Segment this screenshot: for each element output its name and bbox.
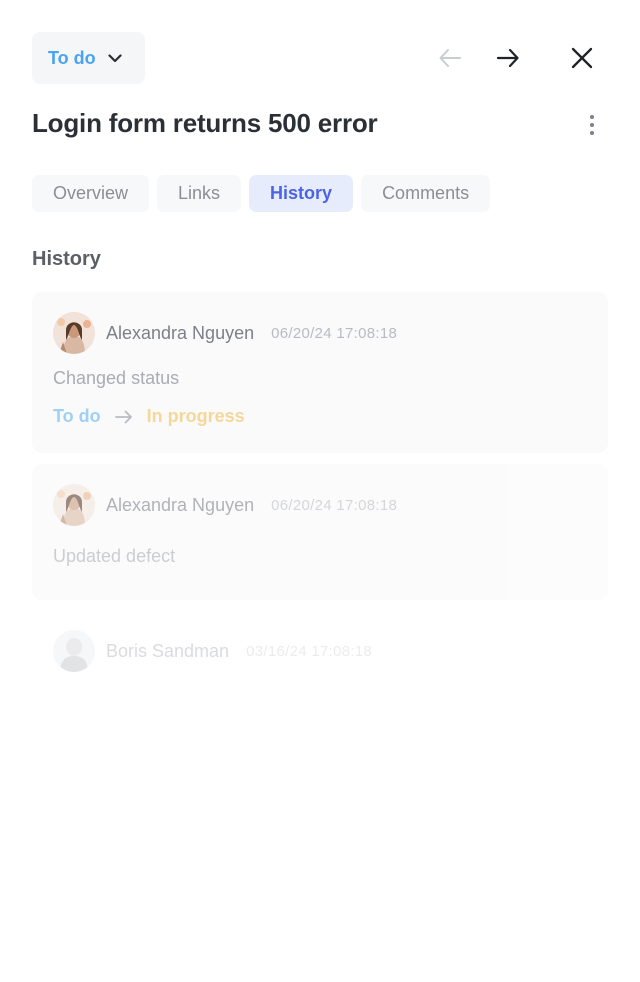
section-title: History — [32, 248, 101, 270]
more-vertical-icon — [590, 115, 594, 119]
avatar — [53, 630, 95, 672]
panel-header: To do — [32, 32, 608, 84]
history-item-header: Boris Sandman 03/16/24 17:08:18 — [53, 630, 372, 672]
previous-item-button[interactable] — [436, 44, 464, 72]
arrow-right-icon — [114, 410, 133, 424]
more-options-button[interactable] — [584, 110, 600, 140]
title-row: Login form returns 500 error — [32, 106, 608, 146]
history-author: Alexandra Nguyen — [106, 494, 255, 515]
tab-bar: Overview Links History Comments — [32, 175, 491, 212]
tab-history[interactable]: History — [249, 175, 354, 212]
avatar — [53, 312, 95, 354]
chevron-down-icon — [108, 53, 122, 62]
history-action: Changed status — [53, 368, 180, 388]
arrow-right-icon — [496, 48, 519, 68]
history-item: Alexandra Nguyen 06/20/24 17:08:18 Chang… — [32, 292, 608, 453]
arrow-left-icon — [439, 49, 461, 67]
history-item-header: Alexandra Nguyen 06/20/24 17:08:18 — [53, 484, 397, 526]
next-item-button[interactable] — [494, 44, 522, 72]
status-to: In progress — [146, 406, 245, 426]
tab-links[interactable]: Links — [157, 175, 242, 212]
history-timestamp: 03/16/24 17:08:18 — [246, 642, 373, 660]
history-timestamp: 06/20/24 17:08:18 — [271, 496, 398, 514]
status-from: To do — [53, 406, 101, 426]
status-dropdown-label: To do — [48, 47, 96, 68]
status-dropdown[interactable]: To do — [32, 32, 145, 84]
tab-overview[interactable]: Overview — [32, 175, 150, 212]
page-title: Login form returns 500 error — [32, 108, 378, 138]
close-button[interactable] — [568, 44, 596, 72]
history-author: Boris Sandman — [106, 640, 230, 661]
history-item: Alexandra Nguyen 06/20/24 17:08:18 Updat… — [32, 464, 608, 600]
history-item: Boris Sandman 03/16/24 17:08:18 — [32, 610, 608, 690]
tab-comments[interactable]: Comments — [361, 175, 491, 212]
history-item-header: Alexandra Nguyen 06/20/24 17:08:18 — [53, 312, 397, 354]
close-icon — [571, 47, 593, 69]
status-change: To do In progress — [53, 406, 245, 427]
history-author: Alexandra Nguyen — [106, 322, 255, 343]
avatar — [53, 484, 95, 526]
history-timestamp: 06/20/24 17:08:18 — [271, 324, 398, 342]
history-action: Updated defect — [53, 546, 176, 566]
